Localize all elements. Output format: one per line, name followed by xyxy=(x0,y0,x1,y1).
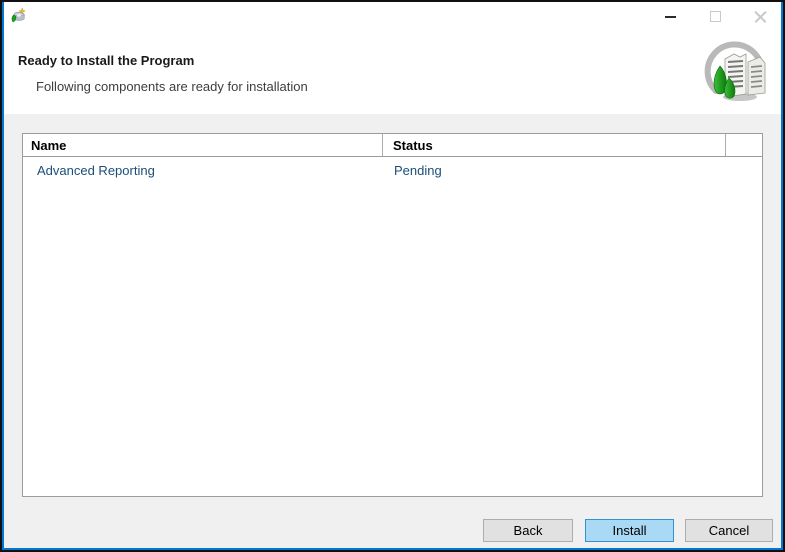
component-status: Pending xyxy=(394,163,442,178)
column-separator[interactable] xyxy=(725,134,726,156)
product-logo xyxy=(696,40,774,106)
components-list: Name Status Advanced Reporting Pending xyxy=(22,133,763,497)
minimize-icon xyxy=(665,16,676,18)
component-name: Advanced Reporting xyxy=(37,163,155,178)
page-subtitle: Following components are ready for insta… xyxy=(36,79,308,94)
cancel-button[interactable]: Cancel xyxy=(685,519,773,542)
column-header-name: Name xyxy=(31,138,66,153)
page-title: Ready to Install the Program xyxy=(18,53,194,68)
close-button[interactable] xyxy=(738,2,783,31)
maximize-icon xyxy=(710,11,721,22)
app-icon xyxy=(9,7,27,25)
install-button[interactable]: Install xyxy=(585,519,674,542)
maximize-button[interactable] xyxy=(693,2,738,31)
minimize-button[interactable] xyxy=(648,2,693,31)
column-separator[interactable] xyxy=(382,134,383,156)
column-header-status: Status xyxy=(393,138,433,153)
installer-window: Ready to Install the Program Following c… xyxy=(0,0,785,552)
titlebar xyxy=(2,2,783,31)
list-item[interactable]: Advanced Reporting Pending xyxy=(23,157,762,181)
window-controls xyxy=(648,2,783,31)
list-header: Name Status xyxy=(23,134,762,157)
banner: Ready to Install the Program Following c… xyxy=(2,31,783,114)
back-button[interactable]: Back xyxy=(483,519,573,542)
close-icon xyxy=(754,10,767,23)
leaf-shape xyxy=(12,15,16,22)
